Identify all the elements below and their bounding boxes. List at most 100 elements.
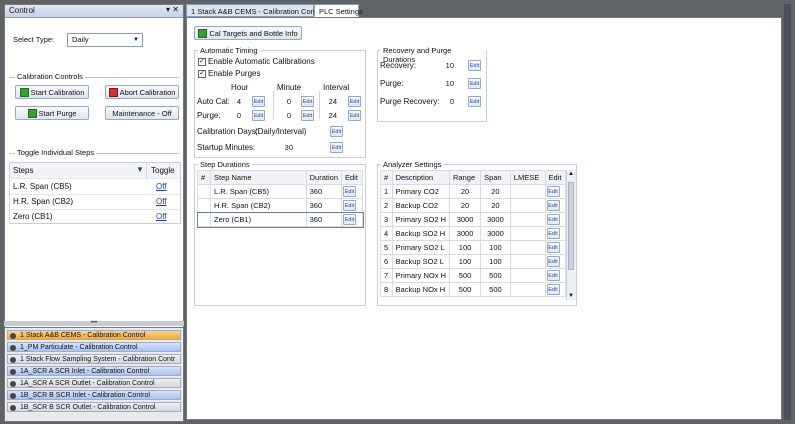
row-number: 8 (380, 282, 393, 297)
edit-button[interactable]: Edit (343, 200, 356, 211)
range-cell: 100 (449, 254, 482, 269)
purge-interval: 24 (328, 111, 337, 120)
edit-button[interactable]: Edit (468, 60, 481, 71)
row-number (197, 212, 211, 227)
edit-button[interactable]: Edit (343, 186, 356, 197)
table-row[interactable]: 5 Primary SO2 L 100 100 Edit (380, 240, 566, 255)
edit-button[interactable]: Edit (348, 110, 361, 121)
description-cell: Primary SO2 H (391, 212, 451, 227)
edit-button[interactable]: Edit (468, 96, 481, 107)
table-row[interactable]: 7 Primary NOx H 500 500 Edit (380, 268, 566, 283)
scroll-down-icon[interactable]: ▼ (568, 293, 574, 299)
tab-calibration-control[interactable]: 1 Stack A&B CEMS - Calibration Control (186, 4, 325, 17)
analyzer-settings-group: Analyzer Settings # Description Range Sp… (377, 160, 577, 306)
abort-calibration-button[interactable]: Abort Calibration (105, 85, 179, 99)
edit-cell: Edit (341, 198, 363, 213)
edit-button[interactable]: Edit (546, 270, 560, 281)
list-item[interactable]: 1B_SCR B SCR Outlet - Calibration Contro… (7, 402, 181, 412)
list-item[interactable]: 1A_SCR A SCR Outlet - Calibration Contro… (7, 378, 181, 388)
col-range: Range (449, 170, 482, 185)
list-item[interactable]: 1 Stack A&B CEMS - Calibration Control (7, 330, 181, 340)
duration-cell: 360 (305, 184, 343, 199)
edit-button[interactable]: Edit (546, 186, 560, 197)
list-item-label: 1 Stack A&B CEMS - Calibration Control (20, 332, 146, 339)
row-number: 6 (380, 254, 393, 269)
step-toggle-link[interactable]: Off (156, 182, 167, 191)
table-row[interactable]: H.R. Span (CB2) 360 Edit (197, 198, 363, 213)
edit-button[interactable]: Edit (468, 78, 481, 89)
bottle-icon (198, 28, 208, 38)
edit-button[interactable]: Edit (301, 110, 314, 121)
step-toggle-link[interactable]: Off (156, 197, 167, 206)
row-number: 2 (380, 198, 393, 213)
edit-button[interactable]: Edit (546, 200, 560, 211)
list-item[interactable]: 1B_SCR B SCR Inlet - Calibration Control (7, 390, 181, 400)
cal-targets-button[interactable]: Cal Targets and Bottle Info (194, 26, 302, 40)
edit-button[interactable]: Edit (301, 96, 314, 107)
status-icon (10, 381, 16, 387)
splitter-handle[interactable]: ••• (4, 320, 184, 326)
scroll-up-icon[interactable]: ▲ (568, 171, 574, 177)
table-header-row: # Description Range Span LMESE Edit (380, 170, 566, 185)
list-item[interactable]: 1_PM Particulate - Calibration Control (7, 342, 181, 352)
table-row[interactable]: 4 Backup SO2 H 3000 3000 Edit (380, 226, 566, 241)
startup-minutes-value: 30 (284, 143, 293, 152)
step-toggle-link[interactable]: Off (156, 212, 167, 221)
tab-plc-settings[interactable]: PLC Settings (314, 4, 363, 17)
duration-cell: 360 (305, 212, 343, 227)
list-item[interactable]: 1 Stack Flow Sampling System - Calibrati… (7, 354, 181, 364)
edit-button[interactable]: Edit (252, 96, 265, 107)
analyzer-scrollbar[interactable]: ▲ ▼ (566, 170, 576, 300)
step-durations-table: # Step Name Duration Edit L.R. Span (CB5… (196, 170, 364, 228)
edit-button[interactable]: Edit (343, 214, 356, 225)
filter-icon[interactable]: ▼ (136, 165, 144, 174)
edit-button[interactable]: Edit (546, 284, 560, 295)
step-name-cell: L.R. Span (CB5) (210, 184, 307, 199)
span-cell: 20 (480, 184, 511, 199)
edit-button[interactable]: Edit (546, 256, 560, 267)
edit-button[interactable]: Edit (546, 214, 560, 225)
start-calibration-label: Start Calibration (30, 87, 85, 97)
list-item[interactable]: 1A_SCR A SCR Inlet - Calibration Control (7, 366, 181, 376)
edit-cell: Edit (341, 212, 363, 227)
edit-button[interactable]: Edit (546, 228, 560, 239)
start-calibration-button[interactable]: Start Calibration (15, 85, 89, 99)
table-row[interactable]: 3 Primary SO2 H 3000 3000 Edit (380, 212, 566, 227)
edit-button[interactable]: Edit (348, 96, 361, 107)
status-icon (10, 405, 16, 411)
edit-button[interactable]: Edit (330, 142, 343, 153)
span-cell: 20 (480, 198, 511, 213)
control-panel-titlebar: Control ▾ ✕ (5, 5, 183, 18)
status-icon (10, 357, 16, 363)
edit-button[interactable]: Edit (252, 110, 265, 121)
panel-controls-icon[interactable]: ▾ ✕ (166, 5, 179, 14)
lmese-cell (509, 184, 546, 199)
edit-button[interactable]: Edit (330, 126, 343, 137)
description-cell: Backup CO2 (391, 198, 451, 213)
lmese-cell (509, 282, 546, 297)
chevron-down-icon: ▼ (133, 37, 139, 43)
table-row[interactable]: 6 Backup SO2 L 100 100 Edit (380, 254, 566, 269)
analyzer-settings-title: Analyzer Settings (381, 160, 444, 169)
edit-button[interactable]: Edit (546, 242, 560, 253)
row-number (197, 184, 211, 199)
toggle-steps-grid: Steps ▼ Toggle L.R. Span (CB5) Off H.R. … (9, 162, 181, 224)
table-row-selected[interactable]: Zero (CB1) 360 Edit (196, 211, 364, 228)
select-type-dropdown[interactable]: Daily ▼ (67, 33, 143, 47)
abort-icon (108, 87, 118, 97)
table-row[interactable]: 1 Primary CO2 20 20 Edit (380, 184, 566, 199)
table-row[interactable]: 2 Backup CO2 20 20 Edit (380, 198, 566, 213)
maintenance-toggle-button[interactable]: Maintenance - Off (105, 106, 179, 120)
scrollbar-thumb[interactable] (568, 182, 574, 270)
range-cell: 3000 (449, 226, 482, 241)
enable-auto-cal-checkbox[interactable]: ✓ (198, 58, 206, 66)
purge-hour: 0 (236, 111, 241, 120)
document-list: 1 Stack A&B CEMS - Calibration Control 1… (4, 327, 184, 422)
table-row[interactable]: 8 Backup NOx H 500 500 Edit (380, 282, 566, 297)
table-row[interactable]: L.R. Span (CB5) 360 Edit (197, 184, 363, 199)
edit-cell: Edit (544, 184, 566, 199)
purge-duration-value: 10 (445, 79, 454, 88)
start-purge-button[interactable]: Start Purge (15, 106, 89, 120)
enable-purges-checkbox[interactable]: ✓ (198, 70, 206, 78)
status-icon (10, 345, 16, 351)
